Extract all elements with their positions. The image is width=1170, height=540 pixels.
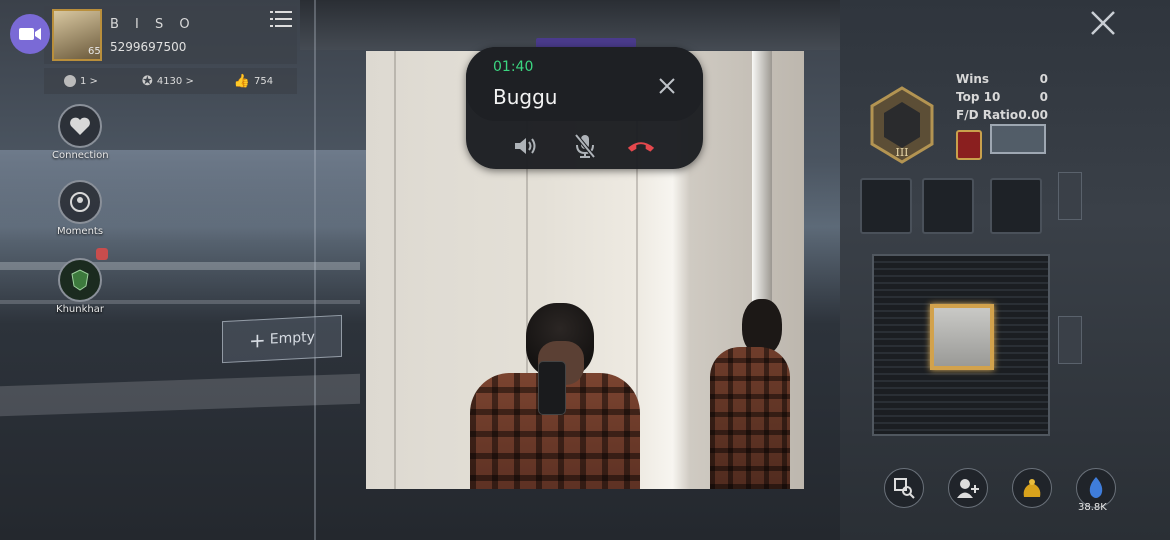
speaker-button[interactable] bbox=[511, 131, 541, 161]
svg-text:III: III bbox=[895, 146, 908, 159]
empty-slot-label: Empty bbox=[269, 329, 315, 348]
stat-value: 1 > bbox=[80, 75, 98, 87]
call-controls bbox=[466, 127, 703, 163]
moments-icon bbox=[58, 180, 102, 224]
connection-label: Connection bbox=[52, 150, 109, 161]
player-name: B I S O bbox=[110, 17, 196, 32]
match-stats: Wins 0 Top 10 0 F/D Ratio 0.00 bbox=[956, 72, 1048, 126]
end-call-icon bbox=[627, 142, 655, 152]
add-friend-button[interactable] bbox=[948, 468, 988, 508]
video-call-button[interactable] bbox=[10, 14, 50, 54]
player-level: 65 bbox=[88, 46, 101, 57]
floor-highlight bbox=[0, 373, 360, 417]
search-button[interactable] bbox=[884, 468, 924, 508]
call-overlay[interactable]: 01:40 Buggu bbox=[466, 47, 703, 169]
locker bbox=[860, 178, 912, 234]
empty-slot-button[interactable]: + Empty bbox=[222, 314, 342, 364]
glass-pillar bbox=[314, 0, 316, 540]
popularity-count: 38.8K bbox=[1078, 502, 1107, 513]
popularity-icon bbox=[1089, 477, 1103, 498]
phone-in-hand bbox=[538, 361, 566, 415]
moments-button[interactable]: Moments bbox=[52, 180, 108, 237]
avatar-frame-item[interactable] bbox=[930, 304, 994, 370]
search-icon bbox=[894, 478, 915, 499]
stat-value: 4130 > bbox=[156, 75, 194, 87]
menu-icon[interactable] bbox=[270, 10, 292, 28]
stat-item[interactable]: 👍 754 bbox=[234, 74, 273, 89]
scroll-arrows[interactable] bbox=[1058, 316, 1082, 364]
stat-item[interactable]: 1 > bbox=[64, 75, 98, 87]
mic-off-icon bbox=[574, 133, 596, 159]
stat-row: Top 10 0 bbox=[956, 90, 1048, 104]
scroll-arrows[interactable] bbox=[1058, 172, 1082, 220]
add-friend-icon bbox=[957, 479, 979, 498]
connection-button[interactable]: Connection bbox=[52, 104, 109, 161]
heart-icon bbox=[58, 104, 102, 148]
clan-label: Khunkhar bbox=[56, 304, 104, 315]
close-icon[interactable] bbox=[1088, 8, 1118, 38]
thumbs-up-icon: 👍 bbox=[233, 73, 251, 89]
speaker-icon bbox=[515, 138, 536, 154]
call-timer: 01:40 bbox=[493, 59, 534, 75]
clan-icon bbox=[58, 258, 102, 302]
mirror-reflection bbox=[710, 347, 790, 489]
close-icon[interactable] bbox=[655, 74, 679, 98]
treasure-button[interactable] bbox=[1012, 468, 1052, 508]
door-line bbox=[394, 51, 396, 489]
locker bbox=[922, 178, 974, 234]
star-icon: ✪ bbox=[141, 73, 153, 89]
video-icon bbox=[19, 28, 41, 40]
stat-row: Wins 0 bbox=[956, 72, 1048, 86]
moments-label: Moments bbox=[56, 226, 104, 237]
clan-button[interactable]: Khunkhar bbox=[52, 258, 108, 315]
caller-name: Buggu bbox=[493, 85, 558, 109]
end-call-button[interactable] bbox=[626, 131, 656, 161]
player-id: 5299697500 bbox=[110, 40, 187, 54]
rank-badge-icon: III bbox=[870, 86, 934, 164]
plus-icon: + bbox=[249, 327, 266, 353]
stat-value: 754 bbox=[254, 75, 274, 87]
stats-detail-button[interactable] bbox=[990, 124, 1046, 154]
profile-stats-bar: 1 > ✪ 4130 > 👍 754 bbox=[44, 68, 297, 94]
pause-icon bbox=[64, 75, 76, 87]
locker bbox=[990, 178, 1042, 234]
rank-mini-badge bbox=[956, 130, 982, 160]
treasure-icon bbox=[1023, 479, 1041, 497]
stat-item[interactable]: ✪ 4130 > bbox=[142, 74, 194, 89]
mute-button[interactable] bbox=[570, 131, 600, 161]
